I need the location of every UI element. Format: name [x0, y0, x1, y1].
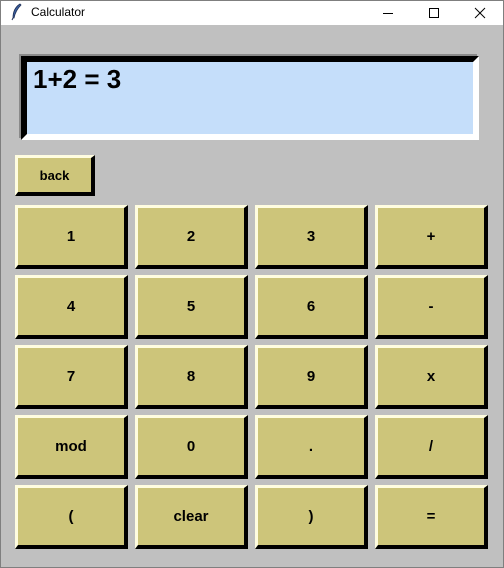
key-minus[interactable]: - — [375, 275, 488, 339]
key-1[interactable]: 1 — [15, 205, 128, 269]
calculator-body: 1+2 = 3 back 1 2 3 + 4 5 6 - 7 8 9 x mod… — [1, 25, 503, 567]
key-5[interactable]: 5 — [135, 275, 248, 339]
result-display[interactable]: 1+2 = 3 — [21, 56, 479, 140]
key-8[interactable]: 8 — [135, 345, 248, 409]
key-divide[interactable]: / — [375, 415, 488, 479]
key-0[interactable]: 0 — [135, 415, 248, 479]
clear-button[interactable]: clear — [135, 485, 248, 549]
key-plus[interactable]: + — [375, 205, 488, 269]
key-6[interactable]: 6 — [255, 275, 368, 339]
feather-icon — [11, 3, 22, 21]
display-text: 1+2 = 3 — [33, 64, 122, 94]
back-button[interactable]: back — [15, 155, 95, 196]
key-4[interactable]: 4 — [15, 275, 128, 339]
close-button[interactable] — [457, 1, 503, 25]
minimize-icon — [383, 13, 393, 14]
close-icon — [474, 7, 486, 19]
key-mod[interactable]: mod — [15, 415, 128, 479]
maximize-button[interactable] — [411, 1, 457, 25]
maximize-icon — [429, 8, 439, 18]
key-decimal[interactable]: . — [255, 415, 368, 479]
window-title: Calculator — [31, 5, 86, 19]
title-bar[interactable]: Calculator — [1, 1, 503, 25]
calculator-window: Calculator 1+2 = 3 back 1 2 3 + 4 5 6 - … — [0, 0, 504, 568]
key-3[interactable]: 3 — [255, 205, 368, 269]
key-9[interactable]: 9 — [255, 345, 368, 409]
key-open-paren[interactable]: ( — [15, 485, 128, 549]
key-7[interactable]: 7 — [15, 345, 128, 409]
key-close-paren[interactable]: ) — [255, 485, 368, 549]
minimize-button[interactable] — [365, 1, 411, 25]
key-2[interactable]: 2 — [135, 205, 248, 269]
equals-button[interactable]: = — [375, 485, 488, 549]
key-multiply[interactable]: x — [375, 345, 488, 409]
